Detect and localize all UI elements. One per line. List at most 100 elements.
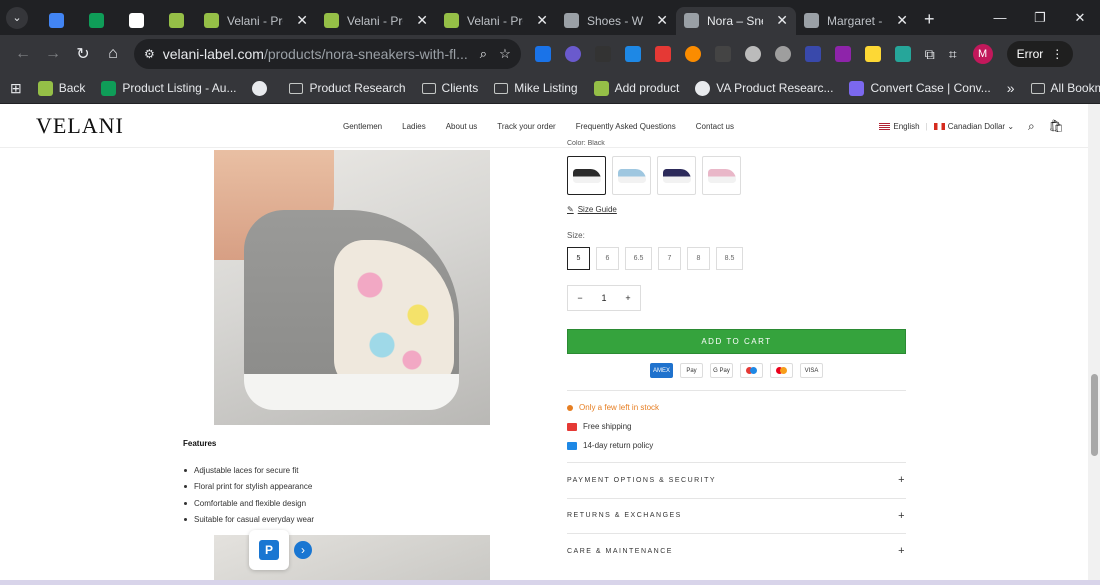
extension-icon[interactable]	[654, 46, 671, 62]
nav-link[interactable]: Contact us	[696, 122, 734, 131]
close-window-icon[interactable]: ✕	[1060, 10, 1100, 26]
size-option[interactable]: 5	[567, 247, 590, 270]
extension-icon[interactable]	[564, 46, 581, 62]
bookmark-item[interactable]: Product Research	[289, 81, 406, 95]
language-selector[interactable]: English	[879, 122, 920, 131]
tab[interactable]	[156, 7, 196, 35]
extension-icon[interactable]	[804, 46, 821, 62]
tab[interactable]: Velani - Prod ✕	[316, 7, 436, 35]
size-option[interactable]: 6	[596, 247, 619, 270]
tab[interactable]: Nora – Sneal ✕	[676, 6, 796, 35]
accordion-item[interactable]: CARE & MAINTENANCE +	[567, 533, 906, 569]
tab[interactable]	[76, 7, 116, 35]
bookmark-item[interactable]: Add product	[593, 80, 679, 96]
more-bookmarks-icon[interactable]: »	[1007, 80, 1015, 96]
extension-icon[interactable]	[714, 46, 731, 62]
arrow-right-icon[interactable]: ›	[294, 541, 312, 559]
extension-icon[interactable]	[624, 46, 641, 62]
minus-icon[interactable]: −	[568, 293, 592, 303]
extension-icon[interactable]	[864, 46, 881, 62]
download-extension-icon[interactable]	[534, 46, 551, 62]
reload-icon[interactable]: ↻	[68, 44, 98, 64]
minimize-icon[interactable]: —	[980, 10, 1020, 25]
accordion-item[interactable]: RETURNS & EXCHANGES +	[567, 497, 906, 534]
tab[interactable]: Shoes - Won ✕	[556, 7, 676, 35]
tab[interactable]	[36, 7, 76, 35]
size-option[interactable]: 7	[658, 247, 681, 270]
tab-search-button[interactable]: ⌄	[6, 6, 28, 29]
accordion-item[interactable]: PAYMENT OPTIONS & SECURITY +	[567, 462, 906, 498]
tab[interactable]: Velani - Prod ✕	[196, 7, 316, 35]
bookmark-item[interactable]	[252, 80, 273, 96]
size-option[interactable]: 6.5	[625, 247, 652, 270]
folder-icon	[421, 82, 436, 94]
globe-icon	[695, 80, 711, 96]
close-tab-icon[interactable]: ✕	[296, 12, 308, 29]
extension-icon[interactable]	[744, 46, 761, 62]
size-option[interactable]: 8	[687, 247, 710, 270]
site-info-icon[interactable]: ⚙	[144, 47, 155, 61]
nav-link[interactable]: About us	[446, 122, 478, 131]
scrollbar[interactable]	[1088, 104, 1100, 580]
color-swatch[interactable]	[657, 156, 696, 195]
close-tab-icon[interactable]: ✕	[776, 12, 788, 29]
size-option[interactable]: 8.5	[716, 247, 743, 270]
back-icon[interactable]: ←	[8, 45, 38, 63]
tab[interactable]	[116, 7, 156, 35]
extensions-puzzle-icon[interactable]: ⧉	[925, 46, 935, 63]
close-tab-icon[interactable]: ✕	[536, 12, 548, 29]
forward-icon[interactable]: →	[38, 45, 68, 63]
error-button[interactable]: Error ⋮	[1006, 41, 1074, 67]
product-image[interactable]	[214, 150, 490, 425]
quantity-value[interactable]: 1	[592, 293, 616, 303]
site-logo[interactable]: VELANI	[36, 113, 124, 139]
bookmark-item[interactable]: VA Product Researc...	[695, 80, 833, 96]
nav-link[interactable]: Gentlemen	[343, 122, 382, 131]
close-tab-icon[interactable]: ✕	[656, 12, 668, 29]
color-swatch[interactable]	[612, 156, 651, 195]
shopify-icon	[324, 13, 339, 28]
currency-selector[interactable]: Canadian Dollar ⌄	[933, 122, 1014, 131]
bookmark-star-icon[interactable]: ☆	[499, 46, 511, 62]
tab[interactable]: Velani - Prod ✕	[436, 7, 556, 35]
home-icon[interactable]: ⌂	[98, 45, 128, 63]
zoom-icon[interactable]: ⌕	[480, 46, 487, 62]
all-bookmarks[interactable]: All Bookmarks	[1030, 81, 1100, 95]
bookmark-item[interactable]: Back	[37, 80, 85, 96]
add-to-cart-button[interactable]: ADD TO CART	[567, 329, 906, 354]
address-bar[interactable]: ⚙ velani-label.com/products/nora-sneaker…	[134, 39, 521, 69]
plus-icon[interactable]: +	[616, 293, 640, 303]
shopify-icon	[37, 80, 53, 96]
shop-widget[interactable]: P	[249, 530, 289, 570]
scroll-thumb[interactable]	[1091, 374, 1098, 456]
color-swatch[interactable]	[567, 156, 606, 195]
restore-icon[interactable]: ❐	[1020, 10, 1060, 26]
menu-dots-icon[interactable]: ⋮	[1051, 47, 1063, 61]
close-tab-icon[interactable]: ✕	[416, 12, 428, 29]
apps-icon[interactable]: ⊞	[10, 80, 22, 97]
extension-icon[interactable]	[894, 46, 911, 62]
search-icon[interactable]: ⌕	[1028, 119, 1035, 134]
tab[interactable]: Margaret - N ✕	[796, 7, 916, 35]
nav-link[interactable]: Ladies	[402, 122, 426, 131]
cart-icon[interactable]: 🛍	[1049, 119, 1064, 133]
bookmark-item[interactable]: Convert Case | Conv...	[849, 80, 991, 96]
bookmark-item[interactable]: Clients	[421, 81, 478, 95]
extension-icon[interactable]	[834, 46, 851, 62]
folder-icon	[289, 82, 304, 94]
shipping-label: Free shipping	[583, 422, 632, 431]
url-path: /products/nora-sneakers-with-fl...	[263, 46, 468, 62]
nav-link[interactable]: Frequently Asked Questions	[576, 122, 676, 131]
new-tab-button[interactable]: +	[924, 9, 935, 30]
profile-avatar[interactable]: M	[972, 44, 993, 64]
bookmark-item[interactable]: Mike Listing	[494, 81, 578, 95]
color-swatch[interactable]	[702, 156, 741, 195]
screenshot-icon[interactable]: ⌗	[949, 46, 957, 63]
close-tab-icon[interactable]: ✕	[896, 12, 908, 29]
bookmark-item[interactable]: Product Listing - Au...	[101, 80, 236, 96]
extension-icon[interactable]	[774, 46, 791, 62]
extension-icon[interactable]	[684, 46, 701, 62]
size-guide-link[interactable]: ✎ Size Guide	[567, 205, 906, 214]
extension-icon[interactable]	[594, 46, 611, 62]
nav-link[interactable]: Track your order	[497, 122, 555, 131]
